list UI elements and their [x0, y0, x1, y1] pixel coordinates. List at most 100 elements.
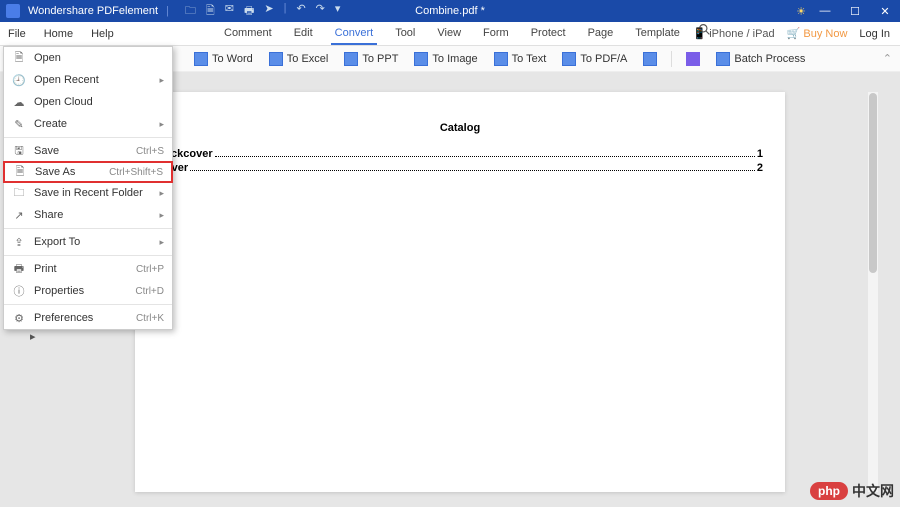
to-word-button[interactable]: To Word: [188, 50, 259, 68]
batch-process-button[interactable]: Batch Process: [710, 50, 811, 68]
menu-shortcut: Ctrl+S: [136, 146, 164, 157]
menu-shortcut: Ctrl+Shift+S: [109, 167, 163, 178]
tab-protect[interactable]: Protect: [527, 23, 570, 45]
menu-label: Create: [34, 118, 151, 130]
toc-row: Cover 2: [157, 162, 763, 174]
image-icon: [414, 52, 428, 66]
folder-icon[interactable]: 🗀: [185, 2, 196, 21]
menu-label: Properties: [34, 285, 127, 297]
maximize-button[interactable]: ☐: [844, 3, 866, 19]
menu-item-export-to[interactable]: ⇪Export To▸: [4, 231, 172, 253]
tab-convert[interactable]: Convert: [331, 23, 378, 45]
save-icon: 🖫: [12, 144, 26, 158]
menu-item-create[interactable]: ✎ Create ▸: [4, 113, 172, 135]
undo-icon[interactable]: ↶: [296, 2, 305, 21]
menu-label: Open: [34, 52, 164, 64]
menu-separator: [4, 228, 172, 229]
toc-page: 2: [757, 162, 763, 174]
menu-file[interactable]: File: [6, 24, 28, 44]
prefs-icon: ⚙: [12, 311, 26, 325]
menu-label: Print: [34, 263, 128, 275]
cloud-icon: ☁: [12, 95, 26, 109]
more-button[interactable]: [637, 50, 663, 68]
menu-item-open-recent[interactable]: 🕘Open Recent▸: [4, 69, 172, 91]
menu-separator: [4, 255, 172, 256]
submenu-arrow-icon: ▸: [159, 237, 164, 248]
text-icon: [494, 52, 508, 66]
menu-help[interactable]: Help: [89, 24, 116, 44]
menu-label: Save in Recent Folder: [34, 187, 151, 199]
to-excel-button[interactable]: To Excel: [263, 50, 335, 68]
to-text-button[interactable]: To Text: [488, 50, 553, 68]
cart-icon: 🛒: [787, 27, 801, 40]
menu-label: Open Cloud: [34, 96, 164, 108]
submenu-arrow-icon: ▸: [159, 75, 164, 86]
mail-icon[interactable]: ✉: [225, 2, 234, 21]
minimize-button[interactable]: —: [814, 3, 836, 19]
separator: |: [284, 2, 287, 21]
tab-edit[interactable]: Edit: [290, 23, 317, 45]
send-icon[interactable]: ➤: [264, 2, 273, 21]
toc-leader: [215, 148, 755, 157]
menu-home[interactable]: Home: [42, 24, 75, 44]
menu-separator: [4, 304, 172, 305]
redo-icon[interactable]: ↷: [316, 2, 325, 21]
tab-page[interactable]: Page: [584, 23, 618, 45]
theme-icon[interactable]: ☀: [796, 5, 806, 18]
menu-bar: File Home Help Comment Edit Convert Tool…: [0, 22, 900, 46]
toc-page: 1: [757, 148, 763, 160]
excel-icon: [269, 52, 283, 66]
menu-item-preferences[interactable]: ⚙PreferencesCtrl+K: [4, 307, 172, 329]
save-icon[interactable]: 🗎: [206, 2, 215, 21]
menu-item-save-as[interactable]: 🗎Save AsCtrl+Shift+S: [3, 161, 173, 183]
create-icon: ✎: [12, 117, 26, 131]
menu-item-print[interactable]: 🖶PrintCtrl+P: [4, 258, 172, 280]
to-image-button[interactable]: To Image: [408, 50, 483, 68]
sidebar-toggle[interactable]: ▸: [30, 330, 36, 343]
vertical-scrollbar[interactable]: [868, 92, 878, 492]
menu-shortcut: Ctrl+D: [135, 286, 164, 297]
menu-shortcut: Ctrl+P: [136, 264, 164, 275]
menu-label: Share: [34, 209, 151, 221]
to-pdfa-button[interactable]: To PDF/A: [556, 50, 633, 68]
print-icon[interactable]: 🖶: [244, 2, 254, 21]
props-icon: ⓘ: [12, 284, 26, 298]
file-menu-dropdown: 🗎Open🕘Open Recent▸☁Open Cloud✎Create▸🖫Sa…: [3, 46, 173, 330]
more-icon: [643, 52, 657, 66]
to-ppt-button[interactable]: To PPT: [338, 50, 404, 68]
menu-shortcut: Ctrl+K: [136, 313, 164, 324]
collapse-ribbon-icon[interactable]: ⌃: [883, 52, 892, 65]
menu-item-save-in-recent-folder[interactable]: 🗀Save in Recent Folder▸: [4, 182, 172, 204]
separator: |: [166, 5, 169, 17]
batch-icon: [716, 52, 730, 66]
device-link[interactable]: 📱iPhone / iPad: [693, 27, 775, 40]
watermark-badge: php: [810, 482, 848, 500]
menu-label: Open Recent: [34, 74, 151, 86]
pdfa-icon: [562, 52, 576, 66]
ribbon-tabs: Comment Edit Convert Tool View Form Prot…: [220, 23, 711, 45]
extra-button[interactable]: [680, 50, 706, 68]
tab-view[interactable]: View: [433, 23, 465, 45]
tab-tool[interactable]: Tool: [391, 23, 419, 45]
menu-item-open[interactable]: 🗎Open: [4, 47, 172, 69]
submenu-arrow-icon: ▸: [159, 119, 164, 130]
menu-item-save[interactable]: 🖫SaveCtrl+S: [4, 140, 172, 162]
menu-item-properties[interactable]: ⓘ Properties Ctrl+D: [4, 280, 172, 302]
scrollbar-thumb[interactable]: [869, 93, 877, 273]
tab-comment[interactable]: Comment: [220, 23, 276, 45]
watermark: php 中文网: [810, 481, 894, 501]
dropdown-icon[interactable]: ▾: [335, 2, 341, 21]
export-icon: ⇪: [12, 235, 26, 249]
word-icon: [194, 52, 208, 66]
close-button[interactable]: ✕: [874, 3, 896, 19]
hex-icon: [686, 52, 700, 66]
submenu-arrow-icon: ▸: [159, 210, 164, 221]
tab-template[interactable]: Template: [631, 23, 684, 45]
app-logo-icon: [6, 4, 20, 18]
menu-separator: [4, 137, 172, 138]
menu-item-share[interactable]: ↗Share▸: [4, 204, 172, 226]
menu-item-open-cloud[interactable]: ☁ Open Cloud: [4, 91, 172, 113]
login-link[interactable]: Log In: [859, 28, 890, 40]
tab-form[interactable]: Form: [479, 23, 513, 45]
buy-now-link[interactable]: 🛒Buy Now: [787, 27, 848, 40]
